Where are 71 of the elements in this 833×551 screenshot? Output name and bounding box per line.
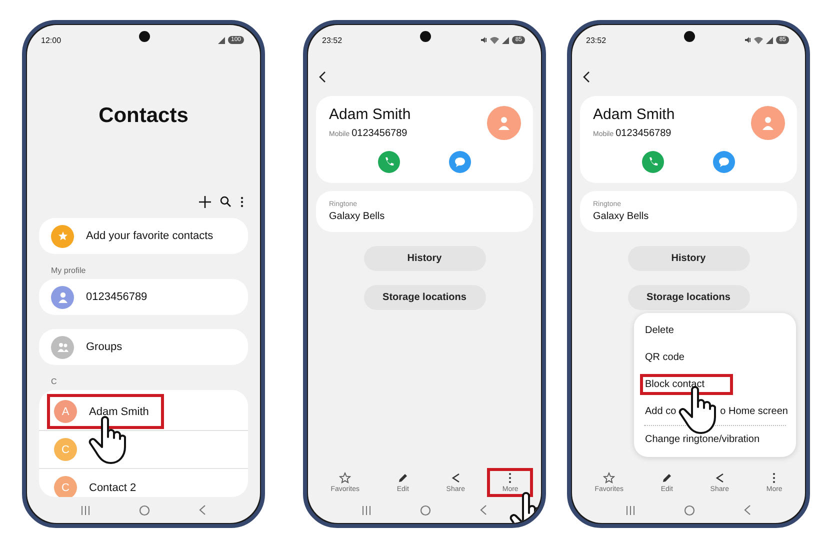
back-icon[interactable] [318, 71, 326, 83]
menu-item[interactable]: Delete [640, 320, 681, 341]
wifi-icon [490, 36, 500, 44]
phone-number: 0123456789 [352, 128, 408, 139]
favorites-card[interactable]: Add your favorite contacts [39, 218, 248, 254]
share-icon [714, 472, 726, 484]
status-time: 23:52 [322, 36, 342, 44]
ringtone-value: Galaxy Bells [329, 211, 386, 222]
contact-avatar: C [54, 438, 77, 461]
profile-card[interactable]: 0123456789 [39, 279, 248, 315]
share-icon [450, 472, 462, 484]
plus-icon[interactable] [199, 196, 211, 208]
recent-apps-icon[interactable] [626, 506, 636, 514]
person-icon [498, 116, 510, 130]
star-icon [339, 472, 352, 484]
star-icon [58, 231, 68, 241]
phone-number: 0123456789 [616, 128, 672, 139]
signal-icon [766, 36, 774, 44]
pill-button[interactable]: History [628, 246, 750, 271]
groups-card[interactable]: Groups [39, 329, 248, 365]
ringtone-value: Galaxy Bells [593, 211, 650, 222]
favorites-label: Add your favorite contacts [86, 230, 214, 242]
pencil-icon [660, 472, 673, 484]
menu-item[interactable]: Block contact [640, 374, 734, 395]
contact-name: Adam Smith [593, 106, 676, 123]
mute-icon [744, 36, 752, 44]
pill-button[interactable]: Storage locations [628, 285, 750, 310]
signal-icon [502, 36, 510, 44]
person-icon [58, 292, 68, 302]
home-icon[interactable] [684, 504, 695, 516]
contact-item[interactable]: C Contact 2 [47, 470, 152, 497]
page-title: Contacts [98, 104, 190, 128]
pill-button[interactable]: History [364, 246, 486, 271]
message-icon[interactable] [713, 151, 736, 173]
camera-hole [684, 31, 694, 42]
menu-item[interactable]: Add co o Home screen [640, 401, 795, 422]
camera-hole [420, 31, 430, 42]
index-letter: C [51, 377, 58, 386]
contact-name: Adam Smith [329, 106, 412, 123]
section-header: My profile [51, 266, 87, 275]
mute-icon [480, 36, 488, 44]
group-icon [56, 342, 68, 352]
star-icon [603, 472, 616, 484]
recent-apps-icon[interactable] [81, 506, 90, 514]
more-icon[interactable] [240, 196, 244, 208]
hand-cursor-icon [87, 415, 127, 465]
groups-label: Groups [86, 341, 122, 353]
call-icon[interactable] [642, 151, 664, 173]
pill-button[interactable]: Storage locations [364, 285, 486, 310]
camera-hole [138, 31, 150, 42]
contact-item[interactable]: A Adam Smith [47, 394, 164, 429]
pencil-icon [396, 472, 409, 484]
profile-number: 0123456789 [86, 291, 148, 303]
person-icon [762, 116, 774, 130]
signal-icon [218, 36, 225, 44]
message-icon[interactable] [449, 151, 472, 173]
contact-avatar: C [54, 476, 77, 497]
recent-apps-icon[interactable] [362, 506, 372, 514]
wifi-icon [754, 36, 764, 44]
menu-item[interactable]: QR code [640, 347, 692, 368]
search-icon[interactable] [220, 196, 231, 207]
status-time: 23:52 [586, 36, 606, 44]
call-icon[interactable] [378, 151, 400, 173]
contact-avatar: A [54, 400, 77, 423]
back-icon[interactable] [582, 71, 590, 83]
status-time: 12:00 [41, 36, 62, 44]
home-icon[interactable] [138, 504, 150, 516]
more-icon [508, 472, 512, 484]
more-icon [772, 472, 776, 484]
home-icon[interactable] [420, 504, 431, 516]
menu-item[interactable]: Change ringtone/vibration [640, 429, 767, 450]
